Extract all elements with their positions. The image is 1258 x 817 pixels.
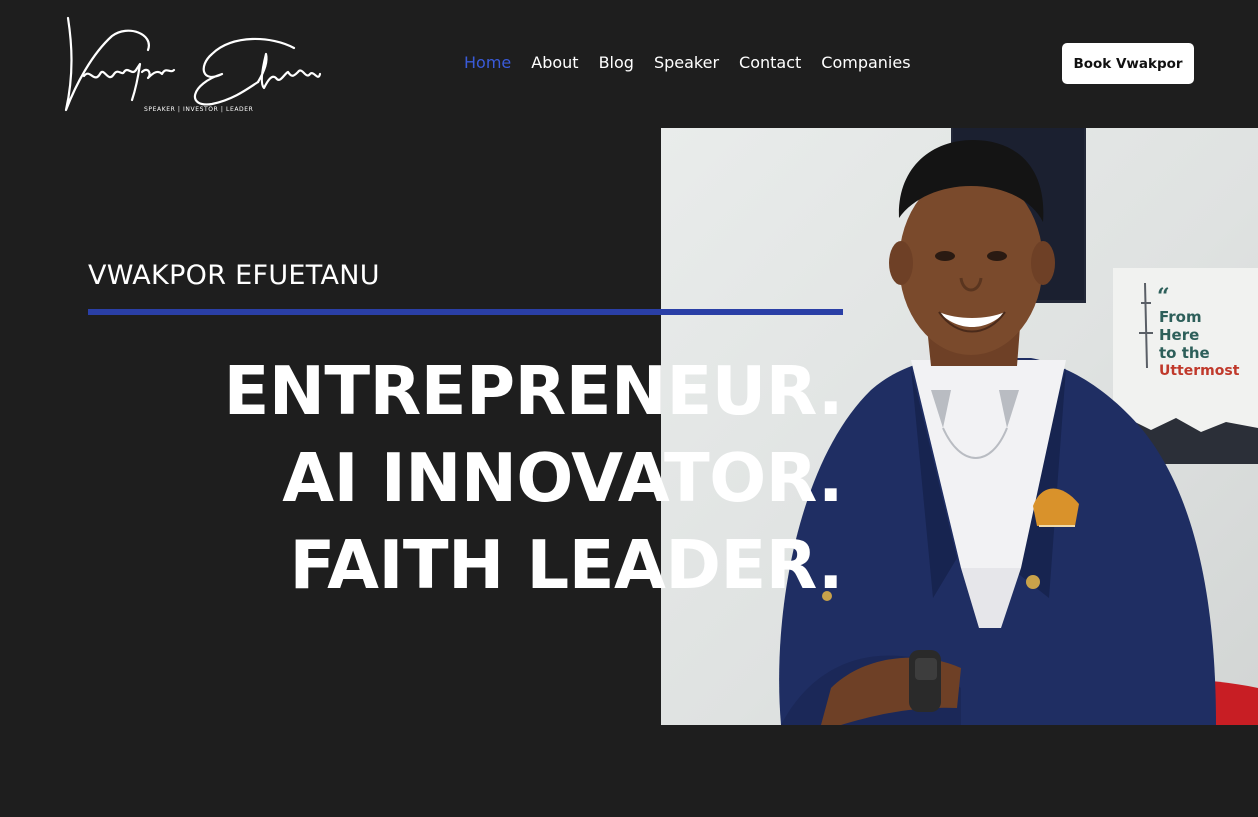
hero-headline: ENTREPRENEUR. AI INNOVATOR. FAITH LEADER… [223, 348, 844, 609]
logo-tagline: SPEAKER | INVESTOR | LEADER [144, 106, 254, 113]
book-vwakpor-button[interactable]: Book Vwakpor [1062, 43, 1194, 84]
nav-item-companies[interactable]: Companies [821, 52, 910, 74]
poster-line-1: From [1159, 308, 1202, 326]
nav-item-about[interactable]: About [531, 52, 578, 74]
headline-line-2: AI INNOVATOR. [282, 439, 843, 517]
poster-quote-mark: “ [1157, 284, 1170, 310]
nav-item-speaker[interactable]: Speaker [654, 52, 719, 74]
poster-line-4: Uttermost [1159, 363, 1240, 379]
nav-item-blog[interactable]: Blog [599, 52, 634, 74]
headline-line-1: ENTREPRENEUR. [223, 352, 844, 430]
headline-line-3: FAITH LEADER. [289, 526, 844, 604]
hero-name: VWAKPOR EFUETANU [88, 260, 380, 291]
nav-item-contact[interactable]: Contact [739, 52, 801, 74]
poster-line-2: Here [1159, 326, 1199, 344]
hero-divider [88, 309, 843, 315]
main-nav: Home About Blog Speaker Contact Companie… [464, 52, 911, 74]
poster-line-3: to the [1159, 344, 1210, 362]
nav-item-home[interactable]: Home [464, 52, 511, 74]
site-logo[interactable]: SPEAKER | INVESTOR | LEADER [62, 14, 324, 114]
signature-logo-icon [64, 16, 322, 112]
